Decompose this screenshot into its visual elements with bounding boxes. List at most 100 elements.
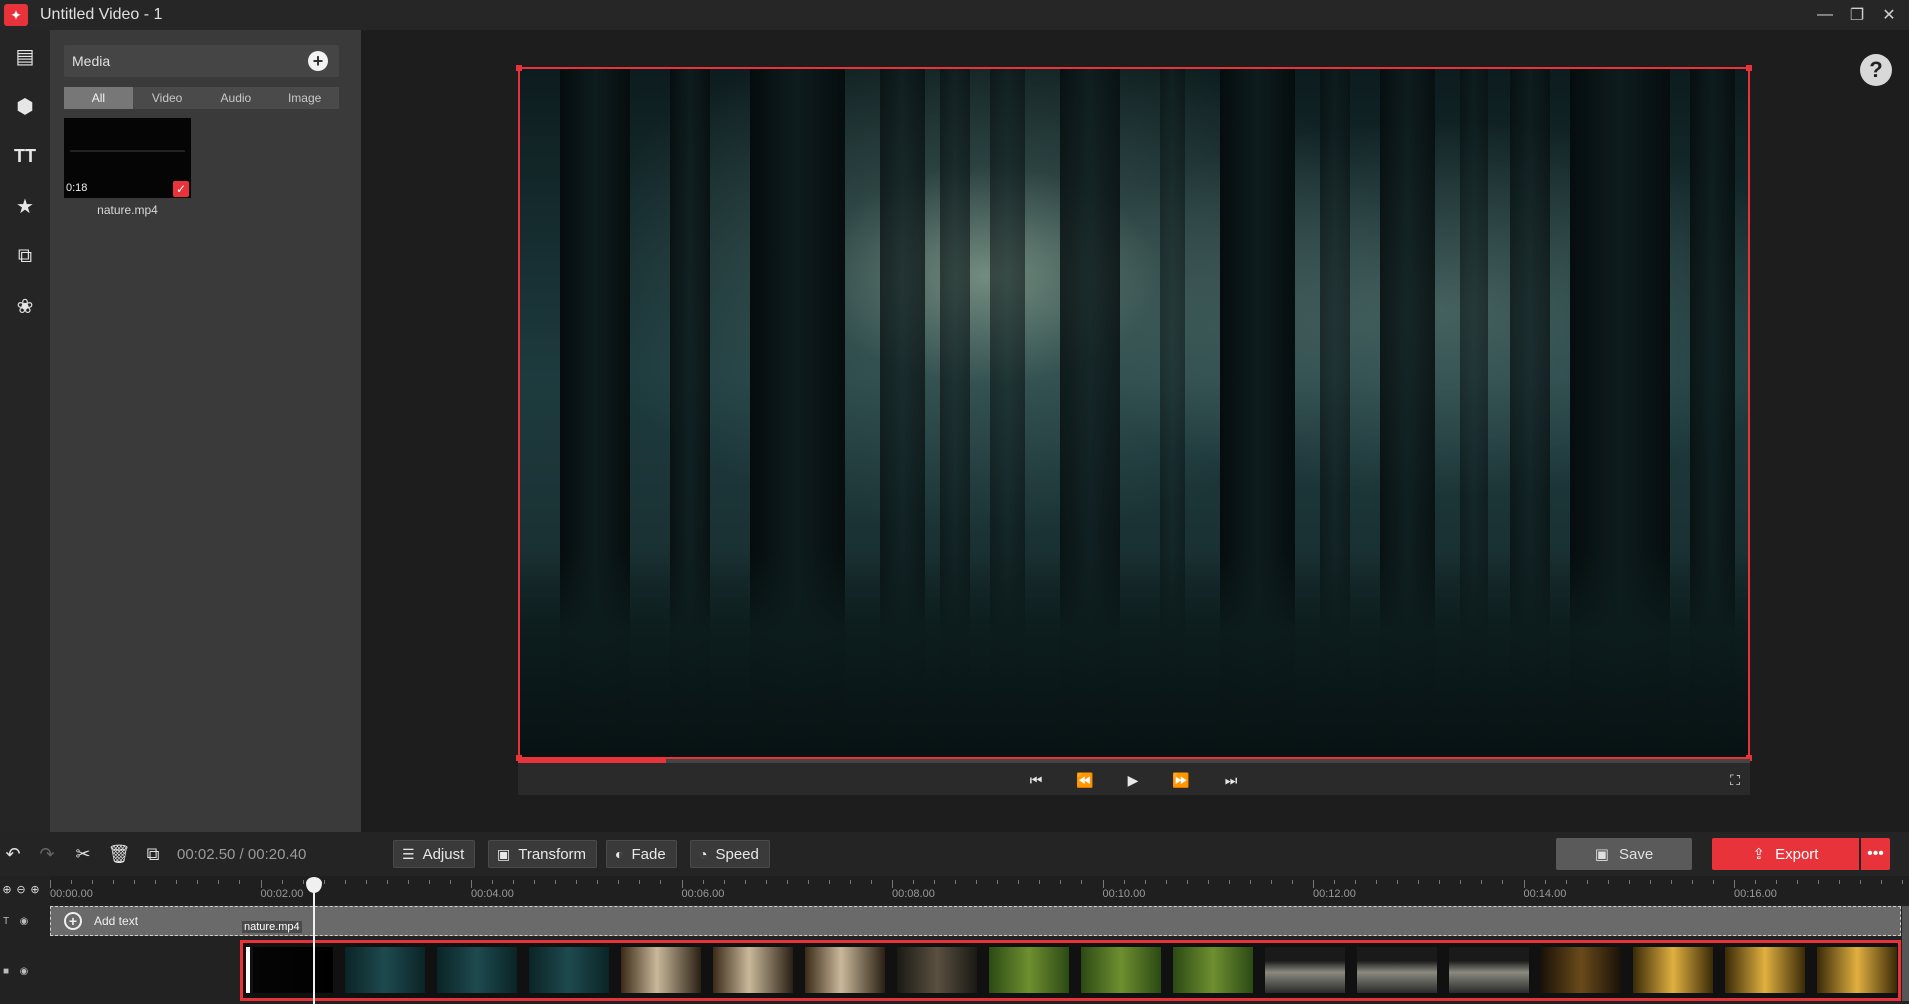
fullscreen-icon[interactable]: ⛶ (1722, 768, 1748, 792)
speed-icon: ◔ (699, 846, 708, 862)
fast-forward-icon[interactable]: ⏩ (1168, 768, 1194, 792)
clip-frame-thumbnail (437, 947, 517, 993)
eye-icon[interactable]: ◉ (18, 965, 30, 977)
redo-icon[interactable]: ↷ (34, 842, 60, 866)
tick-mark (492, 880, 494, 884)
tick-mark (71, 880, 73, 884)
media-icon[interactable]: ▤ (0, 36, 50, 76)
more-options-icon[interactable]: ••• (1861, 838, 1890, 870)
add-text-icon[interactable]: + (64, 912, 82, 930)
tick-label: 00:08.00 (892, 888, 935, 900)
media-filter-tabs: All Video Audio Image (64, 87, 339, 109)
export-button[interactable]: ⇪ Export (1712, 838, 1859, 870)
tab-image[interactable]: Image (270, 87, 339, 109)
tick-mark (113, 880, 115, 884)
tick-label: 00:16.00 (1734, 888, 1777, 900)
text-icon[interactable]: TT (0, 136, 50, 176)
effects-icon[interactable]: ★ (0, 186, 50, 226)
tick-mark (1544, 880, 1546, 884)
tick-mark (1102, 880, 1104, 888)
tick-mark (1186, 880, 1188, 884)
speed-button[interactable]: ◔ Speed (690, 840, 770, 868)
tick-mark (1249, 880, 1251, 884)
video-preview[interactable] (518, 67, 1750, 759)
text-track[interactable] (50, 906, 1901, 936)
skip-to-start-icon[interactable]: ⏮ (1023, 768, 1049, 792)
clip-trim-handle[interactable] (246, 947, 250, 993)
tick-mark (913, 880, 915, 884)
clip-frame-thumbnail (1449, 947, 1529, 993)
undo-icon[interactable]: ↶ (0, 842, 26, 866)
tick-mark (639, 880, 641, 884)
tick-mark (365, 880, 367, 884)
restore-icon[interactable]: ❐ (1842, 4, 1872, 26)
tick-mark (260, 880, 262, 888)
clip-frame-thumbnail (1081, 947, 1161, 993)
tick-mark (534, 880, 536, 884)
selected-check-icon[interactable]: ✓ (173, 181, 189, 197)
tick-label: 00:06.00 (681, 888, 725, 900)
zoom-fit-icon[interactable]: ⊕ (0, 882, 14, 896)
clip-frame-thumbnail (1265, 947, 1345, 993)
play-icon[interactable]: ▶ (1120, 768, 1146, 792)
adjust-button[interactable]: ☰ Adjust (393, 840, 476, 868)
add-media-icon[interactable]: + (308, 51, 328, 71)
shapes-icon[interactable]: ⬢ (0, 86, 50, 126)
export-icon: ⇪ (1752, 846, 1766, 863)
filters-icon[interactable]: ❀ (0, 286, 50, 326)
tick-mark (344, 880, 346, 884)
tick-mark (1481, 880, 1483, 884)
tick-mark (50, 880, 51, 888)
tick-mark (807, 880, 809, 884)
time-ruler[interactable] (50, 876, 1909, 904)
close-icon[interactable]: ✕ (1874, 4, 1904, 26)
frame-handle[interactable] (516, 65, 522, 71)
minimize-icon[interactable]: — (1810, 4, 1840, 26)
delete-icon[interactable]: 🗑 (106, 842, 132, 866)
tick-mark (155, 880, 157, 884)
tick-mark (1334, 880, 1336, 884)
zoom-in-icon[interactable]: ⊕ (28, 882, 42, 896)
duplicate-icon[interactable]: ⧉ (140, 842, 166, 866)
tick-mark (934, 880, 936, 884)
tick-mark (702, 880, 704, 884)
tick-mark (1207, 880, 1209, 884)
add-text-label[interactable]: Add text (94, 914, 138, 928)
tick-mark (1734, 880, 1735, 888)
cut-icon[interactable]: ✂ (70, 842, 96, 866)
timeline-scrollbar[interactable] (1902, 906, 1909, 1001)
text-track-icon: T (2, 915, 10, 927)
help-icon[interactable]: ? (1860, 54, 1892, 86)
save-button[interactable]: ▣ Save (1556, 838, 1692, 870)
tick-mark (660, 880, 662, 884)
transform-button[interactable]: ▣ Transform (488, 840, 598, 868)
tick-mark (176, 880, 178, 884)
title-bar (0, 0, 1909, 30)
fade-button[interactable]: ◐ Fade (606, 840, 677, 868)
clip-frame-thumbnail (621, 947, 701, 993)
tick-label: 00:14.00 (1523, 888, 1567, 900)
rewind-icon[interactable]: ⏪ (1072, 768, 1098, 792)
zoom-out-icon[interactable]: ⊖ (14, 882, 28, 896)
tick-mark (1355, 880, 1357, 884)
tick-mark (1818, 880, 1820, 884)
transitions-icon[interactable]: ⧉ (0, 236, 50, 276)
eye-icon[interactable]: ◉ (18, 915, 30, 927)
tick-mark (997, 880, 999, 884)
tab-audio[interactable]: Audio (202, 87, 271, 109)
media-filename: nature.mp4 (97, 203, 158, 217)
tick-mark (849, 880, 851, 884)
skip-to-end-icon[interactable]: ⏭ (1218, 768, 1244, 792)
tab-all[interactable]: All (64, 87, 133, 109)
tick-mark (597, 880, 599, 884)
tick-mark (1144, 880, 1146, 884)
tick-mark (1228, 880, 1230, 884)
playhead[interactable] (313, 886, 315, 1004)
video-clip[interactable] (240, 940, 1901, 1001)
tab-video[interactable]: Video (133, 87, 202, 109)
frame-handle[interactable] (1746, 65, 1752, 71)
tick-mark (892, 880, 893, 888)
tick-mark (386, 880, 388, 884)
tick-mark (1523, 880, 1525, 888)
tick-mark (1165, 880, 1167, 884)
